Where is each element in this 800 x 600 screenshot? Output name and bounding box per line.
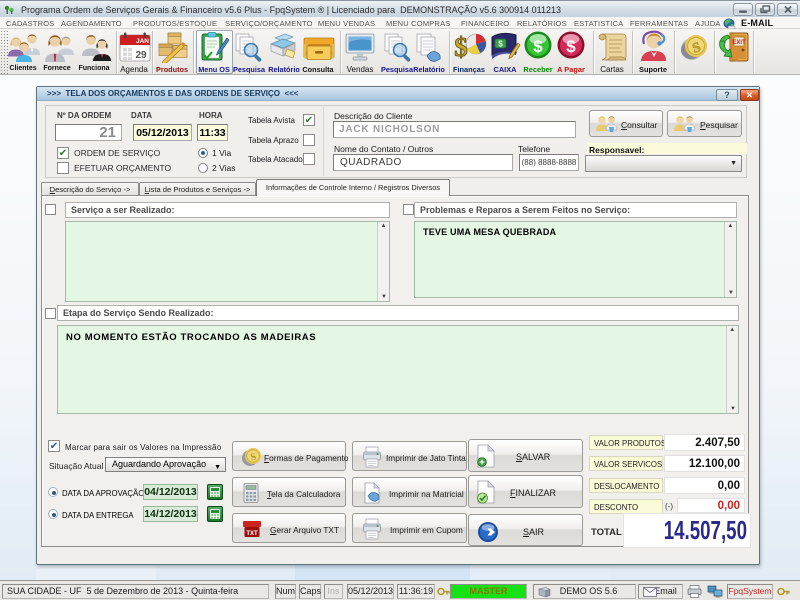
svg-text:TXT: TXT [246, 531, 258, 537]
svg-text:JAN: JAN [136, 38, 149, 45]
svg-text:$: $ [454, 32, 468, 62]
svg-text:29: 29 [135, 50, 147, 61]
svg-text:$: $ [566, 37, 576, 56]
svg-text:$: $ [498, 40, 503, 49]
svg-text:EXIT: EXIT [732, 40, 746, 46]
svg-text:$: $ [533, 37, 543, 56]
